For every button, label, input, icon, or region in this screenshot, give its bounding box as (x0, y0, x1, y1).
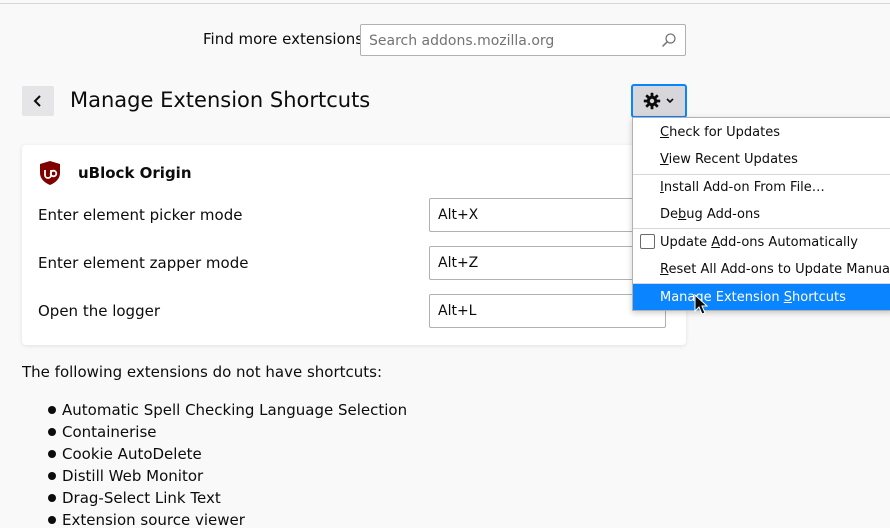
shortcut-row: Enter element zapper mode (38, 246, 670, 280)
mouse-pointer-icon (694, 294, 708, 315)
label-text: nstall Add-on From File… (663, 180, 825, 195)
shortcut-input[interactable] (429, 198, 666, 232)
addon-shortcuts-card: uBlock Origin Enter element picker mode … (22, 145, 686, 345)
menu-item-view-recent-updates[interactable]: View Recent Updates (633, 146, 890, 172)
back-button[interactable] (22, 86, 54, 116)
list-item: Automatic Spell Checking Language Select… (48, 399, 407, 421)
menu-item-label: Update Add-ons Automatically (660, 235, 858, 250)
access-key: V (660, 152, 669, 167)
bullet-icon (48, 406, 56, 414)
menu-item-label: Install Add-on From File… (660, 180, 825, 195)
search-box[interactable] (360, 24, 686, 56)
label-text: Update (660, 235, 712, 250)
bullet-icon (48, 494, 56, 502)
gear-icon (643, 92, 661, 110)
menu-item-manage-shortcuts[interactable]: Manage Extension Shortcuts (633, 284, 890, 310)
label-text: De (660, 207, 679, 222)
shortcut-input[interactable] (429, 246, 666, 280)
shortcut-label: Open the logger (38, 302, 160, 320)
menu-item-label: Debug Add-ons (660, 207, 760, 222)
top-border (0, 0, 890, 4)
search-icon[interactable] (661, 32, 677, 48)
menu-item-install-from-file[interactable]: Install Add-on From File… (633, 174, 890, 200)
label-text: iew Recent Updates (668, 152, 798, 167)
list-item: Containerise (48, 421, 407, 443)
extension-name: Containerise (62, 423, 157, 441)
menu-item-debug-addons[interactable]: Debug Add-ons (633, 201, 890, 227)
menu-item-label: Reset All Add-ons to Update Manually (660, 262, 890, 277)
menu-item-update-automatically[interactable]: Update Add-ons Automatically (633, 229, 890, 255)
label-text: Manage Extension (660, 290, 784, 305)
addon-name: uBlock Origin (78, 164, 192, 182)
extension-name: Drag-Select Link Text (62, 489, 221, 507)
extension-name: Automatic Spell Checking Language Select… (62, 401, 408, 419)
chevron-down-icon (666, 98, 674, 104)
list-item: Cookie AutoDelete (48, 443, 407, 465)
bullet-icon (48, 472, 56, 480)
extension-name: Cookie AutoDelete (62, 445, 202, 463)
find-more-label: Find more extensions (203, 30, 364, 48)
shortcut-row: Open the logger (38, 294, 670, 328)
list-item: Drag-Select Link Text (48, 487, 407, 509)
shortcut-label: Enter element picker mode (38, 206, 243, 224)
menu-item-reset-all-manual[interactable]: Reset All Add-ons to Update Manually (633, 256, 890, 282)
page-header: Manage Extension Shortcuts (0, 84, 890, 118)
no-shortcuts-heading: The following extensions do not have sho… (22, 363, 382, 381)
label-text: ug Add-ons (686, 207, 760, 222)
find-more-row: Find more extensions (0, 24, 890, 56)
shortcut-input[interactable] (429, 294, 666, 328)
bullet-icon (48, 428, 56, 436)
ublock-origin-icon (40, 161, 60, 185)
bullet-icon (48, 450, 56, 458)
shortcut-label: Enter element zapper mode (38, 254, 249, 272)
access-key: S (783, 290, 792, 305)
label-text: dd-ons Automatically (719, 235, 858, 250)
search-input[interactable] (369, 31, 649, 51)
access-key: C (660, 125, 670, 140)
tools-dropdown-menu: Check for Updates View Recent Updates In… (632, 117, 890, 311)
list-item: Extension source viewer (48, 509, 407, 528)
menu-item-label: View Recent Updates (660, 152, 798, 167)
list-item: Distill Web Monitor (48, 465, 407, 487)
access-key: A (711, 235, 720, 250)
checkbox-unchecked-icon[interactable] (640, 234, 655, 249)
label-text: eset All Add-ons to Update Manually (668, 262, 890, 277)
menu-item-label: Check for Updates (660, 125, 780, 140)
extension-name: Extension source viewer (62, 511, 245, 528)
extension-name: Distill Web Monitor (62, 467, 204, 485)
shortcut-row: Enter element picker mode (38, 198, 670, 232)
tools-menu-button[interactable] (631, 84, 687, 118)
menu-item-check-updates[interactable]: Check for Updates (633, 119, 890, 145)
addon-header: uBlock Origin (38, 159, 192, 187)
menu-item-label: Manage Extension Shortcuts (660, 290, 846, 305)
no-shortcuts-list: Automatic Spell Checking Language Select… (48, 399, 407, 528)
label-text: hortcuts (792, 290, 846, 305)
chevron-left-icon (33, 95, 41, 107)
bullet-icon (48, 516, 56, 524)
label-text: heck for Updates (669, 125, 780, 140)
page-title: Manage Extension Shortcuts (70, 88, 371, 112)
